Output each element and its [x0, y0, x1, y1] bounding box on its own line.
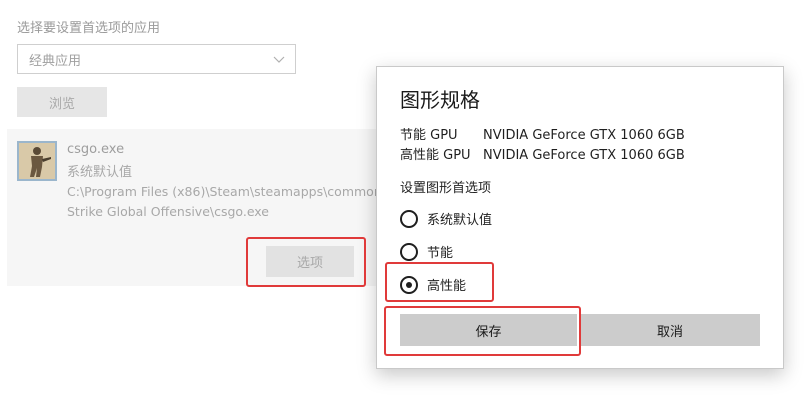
radio-label: 节能 — [427, 246, 454, 261]
high-performance-gpu-row: 高性能 GPU NVIDIA GeForce GTX 1060 6GB — [400, 144, 685, 163]
csgo-app-icon — [17, 141, 57, 181]
app-path: C:\Program Files (x86)\Steam\steamapps\c… — [67, 182, 377, 222]
radio-unchecked-icon[interactable] — [400, 209, 418, 228]
radio-power-saving[interactable]: 节能 — [400, 242, 453, 261]
highlight-box-options — [246, 237, 366, 287]
dialog-title: 图形规格 — [400, 88, 480, 112]
graphics-preference-label: 设置图形首选项 — [400, 181, 492, 196]
browse-button[interactable]: 浏览 — [17, 87, 107, 117]
app-path-line2: Strike Global Offensive\csgo.exe — [67, 204, 269, 219]
power-saving-gpu-label: 节能 GPU — [400, 128, 458, 143]
power-saving-gpu-value: NVIDIA GeForce GTX 1060 6GB — [483, 128, 685, 143]
app-type-dropdown[interactable]: 经典应用 — [17, 44, 296, 74]
app-preference: 系统默认值 — [67, 165, 133, 180]
app-path-line1: C:\Program Files (x86)\Steam\steamapps\c… — [67, 184, 377, 199]
radio-system-default[interactable]: 系统默认值 — [400, 209, 492, 228]
highlight-box-save — [384, 306, 581, 356]
section-label: 选择要设置首选项的应用 — [17, 21, 161, 36]
cancel-button[interactable]: 取消 — [580, 314, 760, 346]
power-saving-gpu-row: 节能 GPU NVIDIA GeForce GTX 1060 6GB — [400, 124, 685, 143]
app-type-value: 经典应用 — [29, 53, 82, 69]
highlight-box-high-performance — [385, 262, 494, 302]
radio-unchecked-icon[interactable] — [400, 242, 418, 261]
high-performance-gpu-value: NVIDIA GeForce GTX 1060 6GB — [483, 148, 685, 163]
high-performance-gpu-label: 高性能 GPU — [400, 148, 471, 163]
chevron-down-icon — [273, 56, 285, 63]
radio-label: 系统默认值 — [427, 213, 493, 228]
app-name: csgo.exe — [67, 142, 125, 157]
